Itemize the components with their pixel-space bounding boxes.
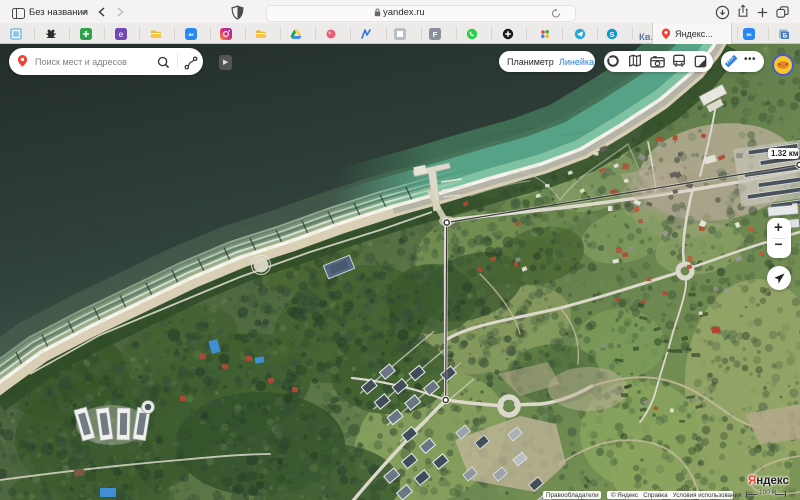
svg-text:F: F xyxy=(433,30,438,39)
svg-text:вк: вк xyxy=(746,32,752,37)
svg-text:вк: вк xyxy=(188,32,194,37)
svg-text:e: e xyxy=(119,30,124,39)
svg-text:Б: Б xyxy=(783,34,788,40)
svg-text:S: S xyxy=(609,30,614,39)
